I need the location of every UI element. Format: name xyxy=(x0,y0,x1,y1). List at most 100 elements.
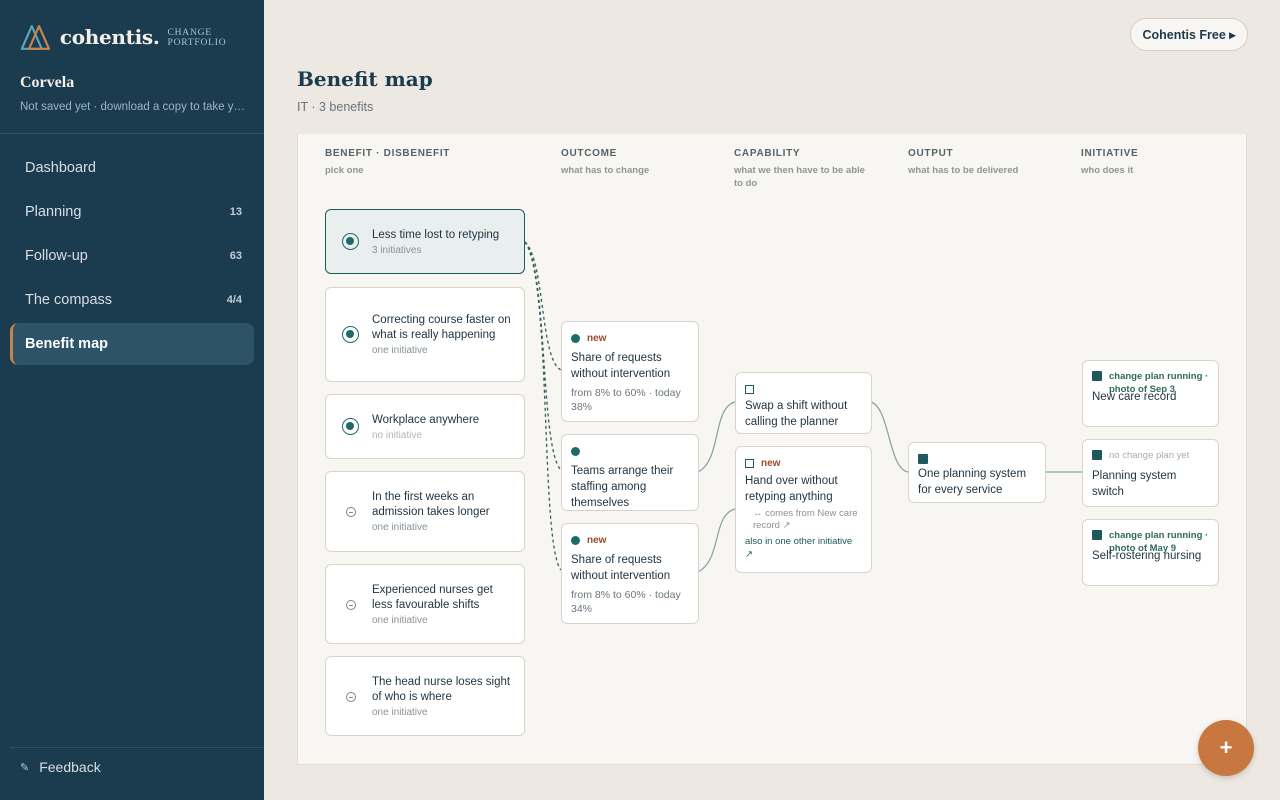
org-name: Corvela xyxy=(20,74,75,91)
column-header-output: OUTPUT xyxy=(908,148,954,159)
sidebar-item-follow-up[interactable]: Follow-up 63 xyxy=(10,235,254,277)
outcome-target: from 8% to 60% · today 38% xyxy=(571,387,681,413)
capability-square-icon xyxy=(745,458,754,468)
sidebar-item-label: Planning xyxy=(25,204,82,220)
column-subheader-outcome: what has to change xyxy=(561,165,650,176)
column-header-outcome: OUTCOME xyxy=(561,148,618,159)
benefit-radio-icon[interactable] xyxy=(342,418,359,435)
benefit-title: Correcting course faster on what is real… xyxy=(372,314,511,341)
column-subheader-capability: what we then have to be able to do xyxy=(734,165,865,189)
sidebar-item-planning[interactable]: Planning 13 xyxy=(10,191,254,233)
initiative-status: change plan running · photo of May 9 xyxy=(1092,529,1209,554)
outcome-title: Share of requests without intervention xyxy=(571,352,671,380)
initiative-square-icon xyxy=(1092,530,1102,540)
sidebar-item-compass[interactable]: The compass 4/4 xyxy=(10,279,254,321)
disbenefit-title: The head nurse loses sight of who is whe… xyxy=(372,675,511,703)
sidebar-divider xyxy=(10,747,264,748)
outcome-title: Teams arrange their staffing among thems… xyxy=(571,465,674,509)
initiative-square-icon xyxy=(1092,450,1102,460)
org-save-status: Not saved yet · download a copy to take … xyxy=(20,101,248,113)
sidebar-item-count: 63 xyxy=(229,250,242,262)
capability-card[interactable]: new Hand over without retyping anything … xyxy=(735,446,872,573)
column-subheader-benefit: pick one xyxy=(325,165,364,176)
outcome-tag: new xyxy=(571,533,689,547)
sidebar-item-benefit-map[interactable]: Benefit map xyxy=(10,323,254,365)
disbenefit-minus-icon xyxy=(346,600,356,610)
initiative-title: Planning system switch xyxy=(1092,470,1177,498)
capability-also-link[interactable]: also in one other initiative ↗ xyxy=(745,535,862,561)
sidebar-item-count: 13 xyxy=(229,206,242,218)
output-title: One planning system for every service xyxy=(918,468,1027,496)
disbenefit-card[interactable]: Experienced nurses get less favourable s… xyxy=(325,564,525,644)
sidebar-item-dashboard[interactable]: Dashboard xyxy=(10,147,254,189)
benefit-card[interactable]: Less time lost to retyping 3 initiatives xyxy=(325,209,525,274)
benefit-radio-icon[interactable] xyxy=(342,233,359,250)
sidebar-item-label: Dashboard xyxy=(25,160,96,176)
brand-tagline: CHANGE PORTFOLIO xyxy=(167,28,227,48)
initiative-status: no change plan yet xyxy=(1092,449,1209,463)
disbenefit-title: Experienced nurses get less favourable s… xyxy=(372,583,493,611)
capability-tag: new xyxy=(745,456,862,470)
benefit-radio-icon[interactable] xyxy=(342,326,359,343)
initiative-card[interactable]: change plan running · photo of Sep 3 New… xyxy=(1082,360,1219,427)
sidebar-item-label: Benefit map xyxy=(25,336,108,352)
outcome-target: from 8% to 60% · today 34% xyxy=(571,589,681,615)
sidebar-nav: Dashboard Planning 13 Follow-up 63 The c… xyxy=(10,147,254,367)
initiative-square-icon xyxy=(1092,371,1102,381)
feedback-label: Feedback xyxy=(39,759,101,775)
disbenefit-card[interactable]: In the first weeks an admission takes lo… xyxy=(325,471,525,552)
benefit-initiative-count: one initiative xyxy=(372,345,428,356)
new-badge: new xyxy=(587,332,607,344)
cohentis-logo-icon xyxy=(20,25,51,50)
outcome-card[interactable]: Teams arrange their staffing among thems… xyxy=(561,434,699,511)
new-badge: new xyxy=(761,457,781,469)
initiative-status: change plan running · photo of Sep 3 xyxy=(1092,370,1209,395)
initiative-card[interactable]: no change plan yet Planning system switc… xyxy=(1082,439,1219,507)
disbenefit-initiative-count: one initiative xyxy=(372,522,428,533)
outcome-dot-icon xyxy=(571,535,580,545)
disbenefit-initiative-count: one initiative xyxy=(372,614,428,626)
initiative-card[interactable]: change plan running · photo of May 9 Sel… xyxy=(1082,519,1219,586)
benefit-card[interactable]: Correcting course faster on what is real… xyxy=(325,287,525,382)
outcome-tag xyxy=(571,444,689,458)
sidebar-item-label: Follow-up xyxy=(25,248,88,264)
logo[interactable]: cohentis. CHANGE PORTFOLIO xyxy=(20,22,264,52)
sidebar-item-label: The compass xyxy=(25,292,113,308)
column-header-capability: CAPABILITY xyxy=(734,148,801,159)
feedback-link[interactable]: ✎ Feedback xyxy=(20,759,101,775)
new-badge: new xyxy=(587,534,607,546)
pencil-icon: ✎ xyxy=(20,761,30,774)
outcome-card[interactable]: new Share of requests without interventi… xyxy=(561,321,699,422)
disbenefit-minus-icon xyxy=(346,692,356,702)
capability-title: Swap a shift without calling the planner xyxy=(745,400,848,428)
column-subheader-initiative: who does it xyxy=(1081,165,1134,176)
capability-title: Hand over without retyping anything xyxy=(745,475,838,503)
column-header-benefit: BENEFIT · DISBENEFIT xyxy=(325,148,451,159)
benefit-title: Workplace anywhere xyxy=(372,413,480,426)
benefit-initiative-count: 3 initiatives xyxy=(372,244,422,256)
output-card[interactable]: One planning system for every service xyxy=(908,442,1046,503)
sidebar-divider xyxy=(0,133,264,134)
capability-card[interactable]: Swap a shift without calling the planner xyxy=(735,372,872,434)
initiative-title: Self-rostering nursing xyxy=(1092,550,1202,562)
outcome-card[interactable]: new Share of requests without interventi… xyxy=(561,523,699,624)
outcome-title: Share of requests without intervention xyxy=(571,554,671,582)
disbenefit-card[interactable]: The head nurse loses sight of who is whe… xyxy=(325,656,525,736)
sidebar-item-count: 4/4 xyxy=(226,294,242,306)
sidebar: cohentis. CHANGE PORTFOLIO Corvela Not s… xyxy=(0,0,264,800)
output-square-icon xyxy=(918,454,928,464)
outcome-dot-icon xyxy=(571,446,580,456)
page-title: Benefit map xyxy=(297,67,433,91)
outcome-dot-icon xyxy=(571,333,580,343)
outcome-tag: new xyxy=(571,331,689,345)
benefit-title: Less time lost to retyping xyxy=(372,228,500,241)
disbenefit-title: In the first weeks an admission takes lo… xyxy=(372,491,490,518)
capability-source-link[interactable]: ↔ comes from New care record ↗ xyxy=(745,508,862,532)
benefit-card[interactable]: Workplace anywhere no initiative xyxy=(325,394,525,459)
column-subheader-output: what has to be delivered xyxy=(908,165,1019,176)
capability-square-icon xyxy=(745,384,754,394)
plan-upgrade-button[interactable]: Cohentis Free ▸ xyxy=(1130,18,1248,51)
add-button[interactable]: + xyxy=(1198,720,1254,776)
disbenefit-minus-icon xyxy=(346,507,356,517)
page-subtitle: IT · 3 benefits xyxy=(297,100,374,114)
